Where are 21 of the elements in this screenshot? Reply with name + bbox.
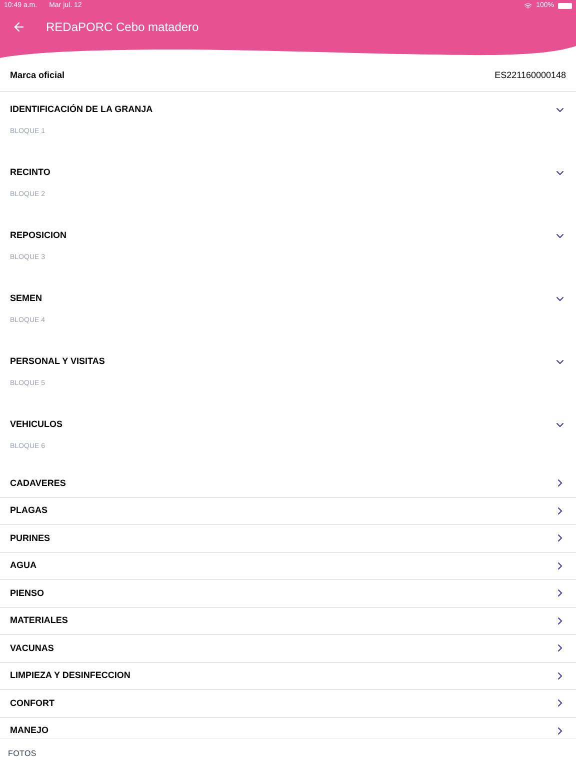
header-title: REDaPORC Cebo matadero (46, 19, 199, 36)
official-mark-value: ES221160000148 (494, 68, 566, 82)
wifi-icon (524, 2, 532, 10)
list-item[interactable]: LIMPIEZA Y DESINFECCION (0, 662, 576, 690)
list-item[interactable]: AGUA (0, 552, 576, 580)
list-item[interactable]: PURINES (0, 525, 576, 552)
section-header[interactable]: IDENTIFICACIÓN DE LA GRANJA (0, 92, 576, 128)
list-item[interactable]: CADAVERES (0, 470, 576, 498)
list-item[interactable]: PIENSO (0, 580, 576, 608)
section-header[interactable]: RECINTO (0, 155, 576, 191)
official-mark-label: Marca oficial (10, 68, 65, 82)
list-item[interactable]: VACUNAS (0, 635, 576, 662)
list-item[interactable]: MATERIALES (0, 608, 576, 635)
section-header[interactable]: SEMEN (0, 281, 576, 317)
list-item[interactable]: PLAGAS (0, 498, 576, 525)
battery-icon (558, 3, 572, 9)
section-header[interactable]: VEHICULOS (0, 407, 576, 443)
section-header[interactable]: REPOSICION (0, 218, 576, 254)
photos-tab[interactable]: FOTOS (8, 748, 36, 760)
list-item[interactable]: CONFORT (0, 690, 576, 718)
section-header[interactable]: PERSONAL Y VISITAS (0, 344, 576, 380)
